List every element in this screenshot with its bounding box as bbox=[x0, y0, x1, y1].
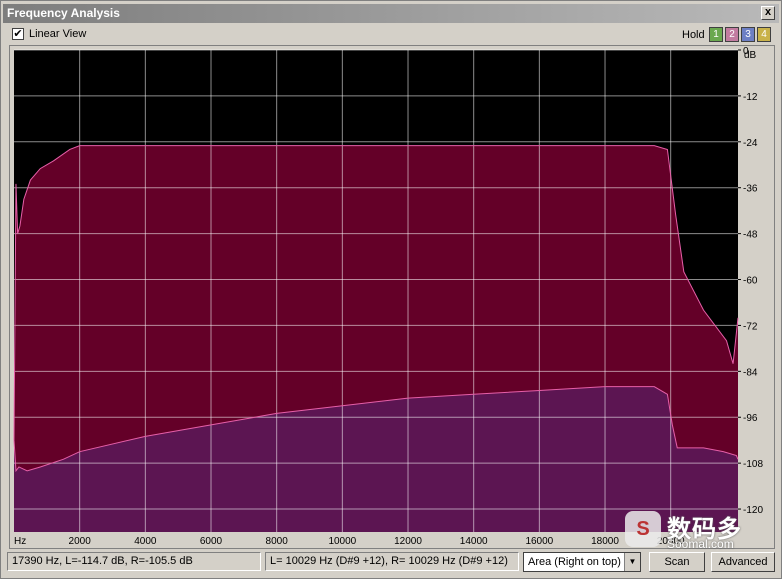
y-tick-label: -60 bbox=[743, 276, 758, 287]
y-tick-label: -96 bbox=[743, 413, 758, 424]
window-title: Frequency Analysis bbox=[7, 6, 120, 20]
spectrum-plot-frame[interactable]: 0 -12 -24 -36 -48 -60 -72 -84 -96 -108 -120 dB 2000 4… bbox=[9, 45, 775, 549]
hold-button-2[interactable]: 2 bbox=[725, 27, 739, 42]
x-tick-label: 10000 bbox=[328, 536, 356, 547]
watermark: S 数码多 Soomal.com bbox=[623, 507, 773, 555]
y-tick-label: -108 bbox=[743, 459, 763, 470]
peak-readout: L= 10029 Hz (D#9 +12), R= 10029 Hz (D#9 … bbox=[265, 552, 519, 571]
y-tick-label: -12 bbox=[743, 92, 758, 103]
x-axis-unit-label: Hz bbox=[14, 536, 26, 547]
hold-label: Hold bbox=[682, 29, 705, 41]
hold-button-3[interactable]: 3 bbox=[741, 27, 755, 42]
x-tick-label: 4000 bbox=[134, 536, 157, 547]
linear-view-checkbox[interactable]: ✔ bbox=[12, 28, 24, 40]
toolbar: ✔ Linear View Hold 1 2 3 4 bbox=[9, 26, 775, 44]
x-tick-label: 12000 bbox=[394, 536, 422, 547]
close-button[interactable]: x bbox=[761, 6, 775, 20]
frequency-analysis-window: Frequency Analysis x ✔ Linear View Hold … bbox=[0, 0, 782, 579]
y-tick-label: -72 bbox=[743, 321, 758, 332]
spectrum-plot[interactable]: 0-12-24-36-48-60-72-84-96-108-120dB2000 4… bbox=[10, 46, 774, 548]
x-tick-label: 6000 bbox=[200, 536, 223, 547]
y-tick-label: -24 bbox=[743, 138, 758, 149]
title-bar[interactable]: Frequency Analysis x bbox=[3, 4, 779, 23]
view-mode-value: Area (Right on top) bbox=[528, 556, 621, 568]
watermark-logo-icon: S bbox=[625, 511, 661, 547]
cursor-readout: 17390 Hz, L=-114.7 dB, R=-105.5 dB bbox=[7, 552, 261, 571]
linear-view-label: Linear View bbox=[29, 28, 87, 40]
x-tick-label: 8000 bbox=[266, 536, 289, 547]
status-bar: 17390 Hz, L=-114.7 dB, R=-105.5 dB L= 10… bbox=[7, 552, 777, 574]
x-tick-label: 2000 bbox=[69, 536, 92, 547]
y-tick-label: -36 bbox=[743, 184, 758, 195]
x-tick-label: 18000 bbox=[591, 536, 619, 547]
advanced-button[interactable]: Advanced bbox=[711, 552, 775, 572]
chevron-down-icon[interactable]: ▼ bbox=[624, 553, 640, 571]
y-tick-label: -84 bbox=[743, 367, 758, 378]
y-axis-unit-label: dB bbox=[744, 50, 757, 61]
y-tick-label: -48 bbox=[743, 230, 758, 241]
x-tick-label: 14000 bbox=[460, 536, 488, 547]
x-tick-label: 16000 bbox=[525, 536, 553, 547]
view-mode-select[interactable]: Area (Right on top) ▼ bbox=[523, 552, 641, 572]
scan-button[interactable]: Scan bbox=[649, 552, 705, 572]
hold-button-1[interactable]: 1 bbox=[709, 27, 723, 42]
hold-button-4[interactable]: 4 bbox=[757, 27, 771, 42]
watermark-url: Soomal.com bbox=[667, 537, 734, 551]
